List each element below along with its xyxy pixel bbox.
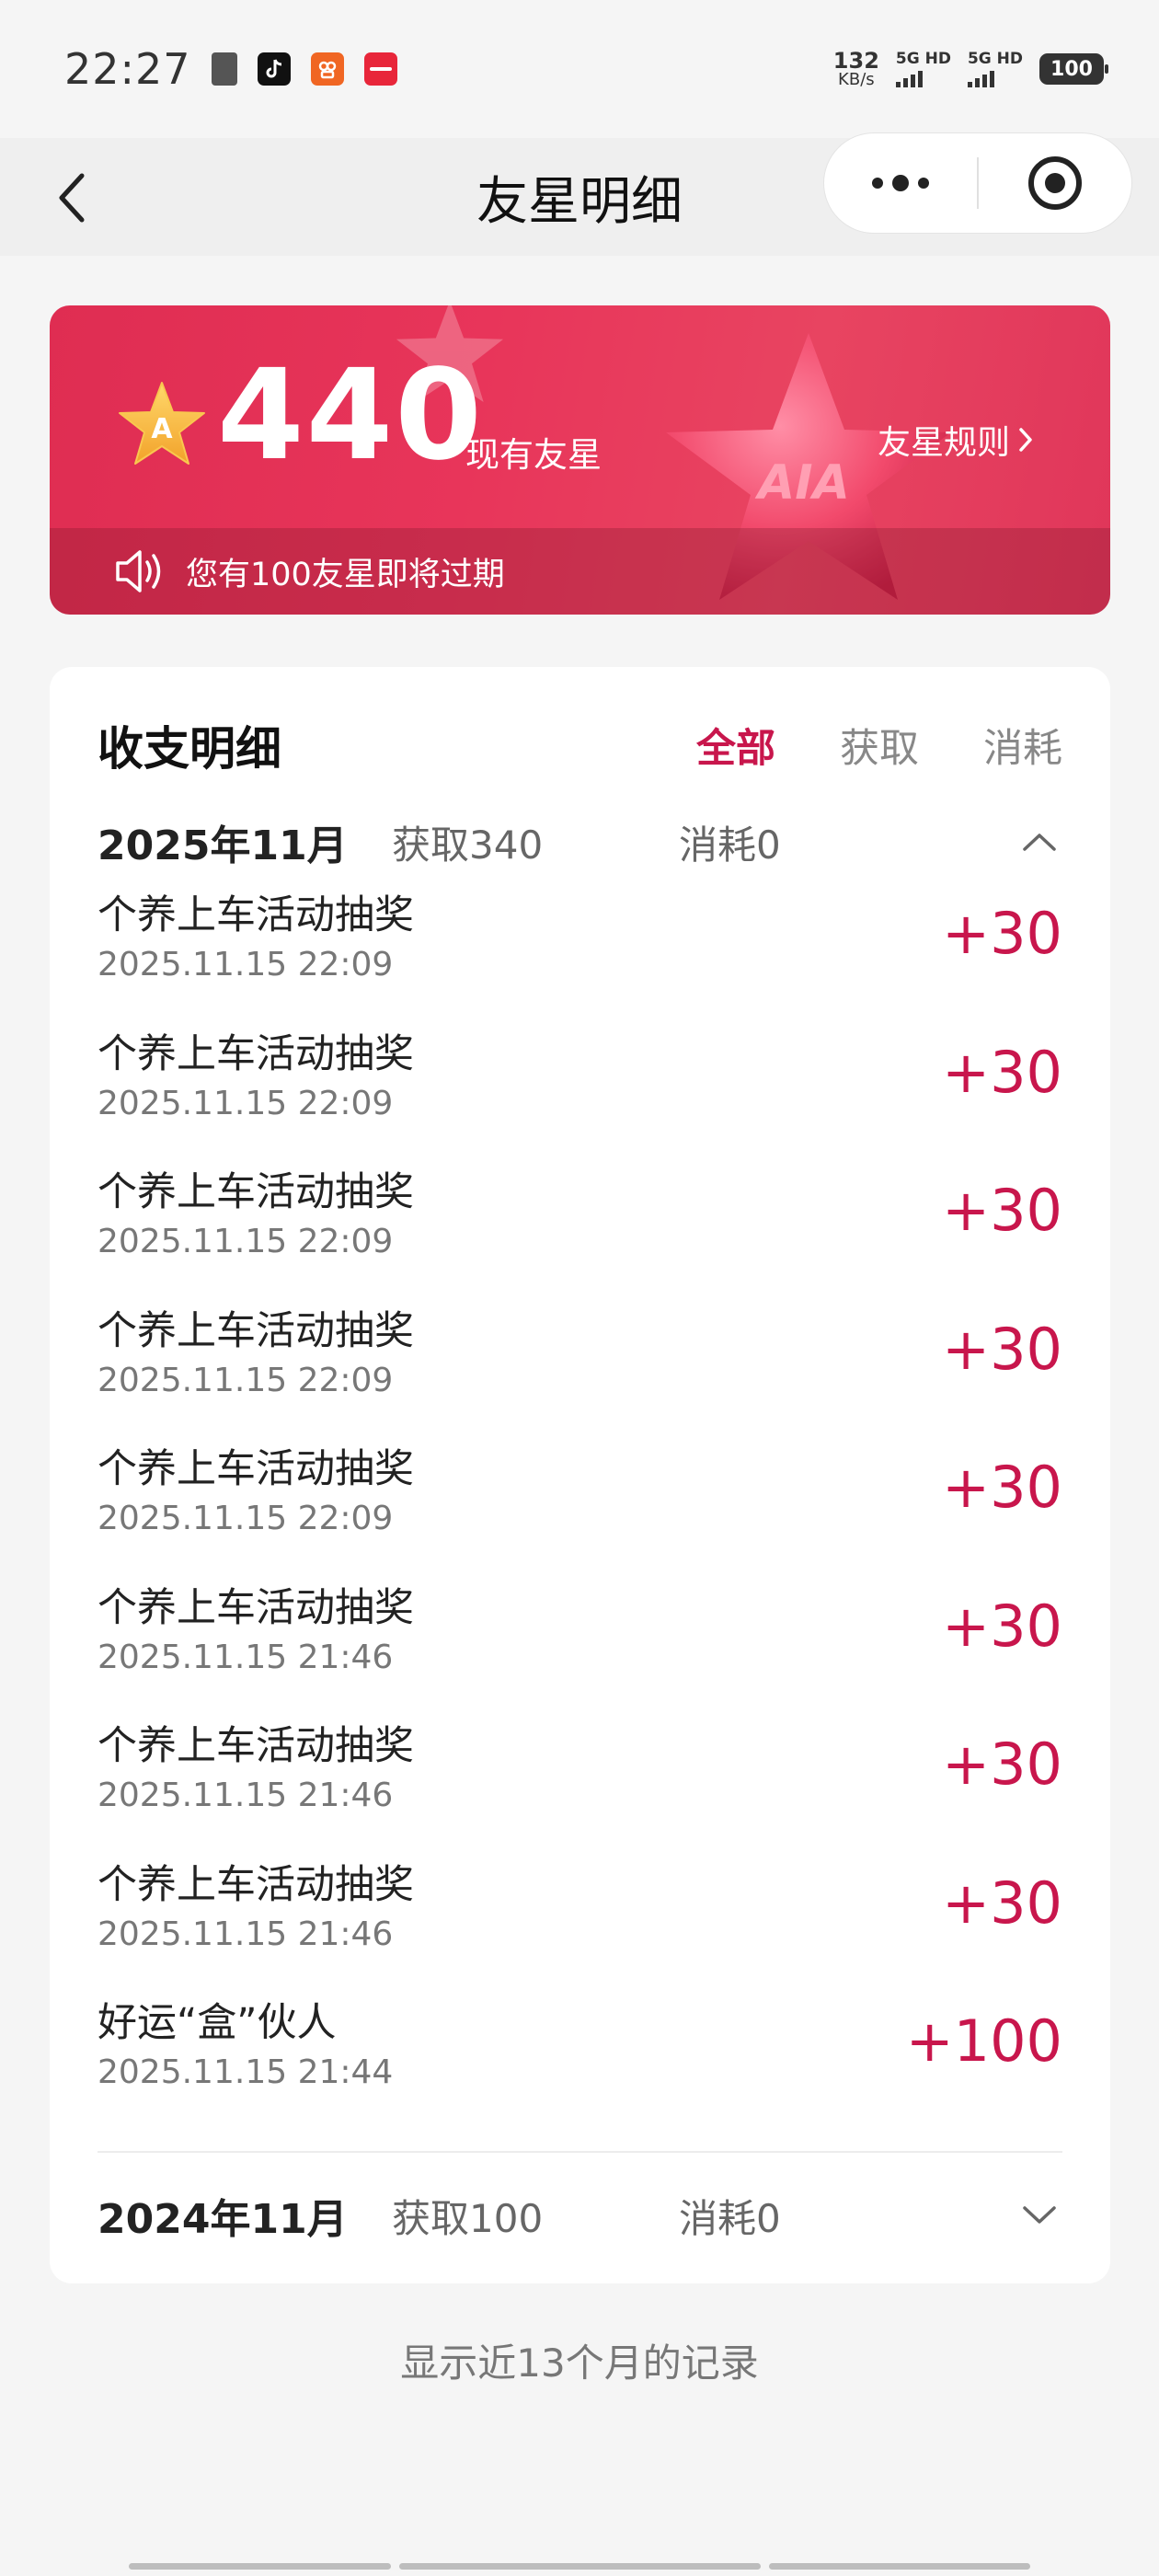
month-cost: 消耗0 xyxy=(679,2195,781,2241)
chevron-up-icon[interactable] xyxy=(1016,819,1062,865)
star-balance-label: 现有友星 xyxy=(465,435,602,475)
star-balance-banner: AIA A 440 现有友星 友星规则 您有100友星即将过期 xyxy=(50,305,1110,615)
item-name: 个养上车活动抽奖 xyxy=(98,1169,414,1215)
month-cost: 消耗0 xyxy=(679,822,781,868)
chevron-left-icon xyxy=(59,173,85,223)
back-button[interactable] xyxy=(40,166,105,230)
month-row-2024-11[interactable]: 2024年11月 获取100 消耗0 xyxy=(98,2183,1062,2248)
item-time: 2025.11.15 22:09 xyxy=(98,1084,394,1122)
list-item[interactable]: 个养上车活动抽奖 2025.11.15 21:46 +30 xyxy=(98,1576,1062,1715)
month-gain: 获取100 xyxy=(392,2195,544,2241)
home-indicator xyxy=(769,2563,1030,2570)
item-time: 2025.11.15 22:09 xyxy=(98,1223,394,1260)
list-item[interactable]: 个养上车活动抽奖 2025.11.15 22:09 +30 xyxy=(98,1437,1062,1576)
list-item[interactable]: 个养上车活动抽奖 2025.11.15 22:09 +30 xyxy=(98,883,1062,1022)
item-amount: +30 xyxy=(942,1454,1062,1521)
home-indicator xyxy=(129,2563,391,2570)
month-gain: 获取340 xyxy=(392,822,544,868)
item-amount: +30 xyxy=(942,1038,1062,1106)
more-icon xyxy=(872,175,929,191)
item-time: 2025.11.15 21:46 xyxy=(98,1638,394,1676)
item-time: 2025.11.15 22:09 xyxy=(98,1361,394,1399)
star-balance-value: 440 xyxy=(217,343,484,489)
filter-tabs: 全部 获取 消耗 xyxy=(696,717,1062,774)
star-badge-icon: A xyxy=(119,382,205,465)
list-item[interactable]: 个养上车活动抽奖 2025.11.15 21:46 +30 xyxy=(98,1853,1062,1992)
signal-sim2: 5G HD xyxy=(967,51,1023,87)
signal-bars-icon xyxy=(895,69,923,87)
star-rules-label: 友星规则 xyxy=(878,424,1011,462)
status-bar: 22:27 132 KB/s 5G HD 5G HD 100 xyxy=(0,0,1159,138)
item-name: 个养上车活动抽奖 xyxy=(98,892,414,938)
divider xyxy=(98,2151,1062,2153)
target-icon xyxy=(1028,156,1082,210)
item-time: 2025.11.15 22:09 xyxy=(98,946,394,983)
item-name: 个养上车活动抽奖 xyxy=(98,1861,414,1908)
svg-text:AIA: AIA xyxy=(754,455,850,511)
status-time: 22:27 xyxy=(64,44,191,94)
records-title: 收支明细 xyxy=(98,722,281,776)
kuaishou-icon xyxy=(310,52,344,86)
home-indicator xyxy=(399,2563,761,2570)
item-amount: +100 xyxy=(905,2007,1062,2075)
item-time: 2025.11.15 21:46 xyxy=(98,1915,394,1953)
list-item[interactable]: 个养上车活动抽奖 2025.11.15 21:46 +30 xyxy=(98,1714,1062,1853)
speaker-icon xyxy=(116,550,161,592)
svg-text:A: A xyxy=(151,413,173,445)
filter-tab-all[interactable]: 全部 xyxy=(696,717,775,774)
signal-bars-icon xyxy=(967,69,994,87)
chevron-right-icon xyxy=(1019,428,1032,452)
clipboard-icon xyxy=(211,52,237,86)
item-amount: +30 xyxy=(942,1869,1062,1937)
item-time: 2025.11.15 21:44 xyxy=(98,2053,394,2091)
expire-notice-text: 您有100友星即将过期 xyxy=(186,556,505,593)
status-right: 132 KB/s 5G HD 5G HD 100 xyxy=(832,48,1108,89)
item-amount: +30 xyxy=(942,1315,1062,1383)
item-time: 2025.11.15 21:46 xyxy=(98,1777,394,1814)
month-label: 2025年11月 xyxy=(98,822,348,869)
expire-notice-bar[interactable]: 您有100友星即将过期 xyxy=(50,528,1110,615)
list-item[interactable]: 好运“盒”伙人 2025.11.15 21:44 +100 xyxy=(98,1991,1062,2130)
list-item[interactable]: 个养上车活动抽奖 2025.11.15 22:09 +30 xyxy=(98,1299,1062,1438)
star-rules-link[interactable]: 友星规则 xyxy=(878,416,1034,464)
battery-icon: 100 xyxy=(1039,53,1108,85)
more-button[interactable] xyxy=(824,133,977,233)
list-item[interactable]: 个养上车活动抽奖 2025.11.15 22:09 +30 xyxy=(98,1160,1062,1299)
tiktok-icon xyxy=(257,52,291,86)
month-row-2025-11[interactable]: 2025年11月 获取340 消耗0 xyxy=(98,810,1062,874)
item-name: 个养上车活动抽奖 xyxy=(98,1030,414,1077)
item-amount: +30 xyxy=(942,1592,1062,1660)
records-header: 收支明细 全部 获取 消耗 xyxy=(98,713,1062,777)
item-name: 个养上车活动抽奖 xyxy=(98,1584,414,1631)
xiaohongshu-icon xyxy=(363,52,397,86)
filter-tab-earn[interactable]: 获取 xyxy=(840,717,919,774)
record-list: 个养上车活动抽奖 2025.11.15 22:09 +30 个养上车活动抽奖 2… xyxy=(98,883,1062,2130)
item-amount: +30 xyxy=(942,1177,1062,1244)
chevron-down-icon[interactable] xyxy=(1016,2192,1062,2238)
status-left: 22:27 xyxy=(64,44,397,94)
item-amount: +30 xyxy=(942,1731,1062,1798)
miniprogram-capsule xyxy=(823,132,1132,234)
item-name: 个养上车活动抽奖 xyxy=(98,1307,414,1354)
item-time: 2025.11.15 22:09 xyxy=(98,1500,394,1537)
item-name: 个养上车活动抽奖 xyxy=(98,1723,414,1769)
month-label: 2024年11月 xyxy=(98,2196,348,2243)
item-amount: +30 xyxy=(942,900,1062,967)
signal-sim1: 5G HD xyxy=(895,51,951,87)
records-card: 收支明细 全部 获取 消耗 2025年11月 获取340 消耗0 个养上车活动抽… xyxy=(50,667,1110,2283)
net-speed: 132 KB/s xyxy=(832,48,879,89)
filter-tab-spend[interactable]: 消耗 xyxy=(983,717,1062,774)
item-name: 个养上车活动抽奖 xyxy=(98,1446,414,1492)
item-name: 好运“盒”伙人 xyxy=(98,2000,337,2046)
nav-header: 友星明细 xyxy=(0,132,1159,256)
list-item[interactable]: 个养上车活动抽奖 2025.11.15 22:09 +30 xyxy=(98,1022,1062,1161)
footer-note: 显示近13个月的记录 xyxy=(400,2340,759,2386)
close-miniprogram-button[interactable] xyxy=(979,133,1131,233)
